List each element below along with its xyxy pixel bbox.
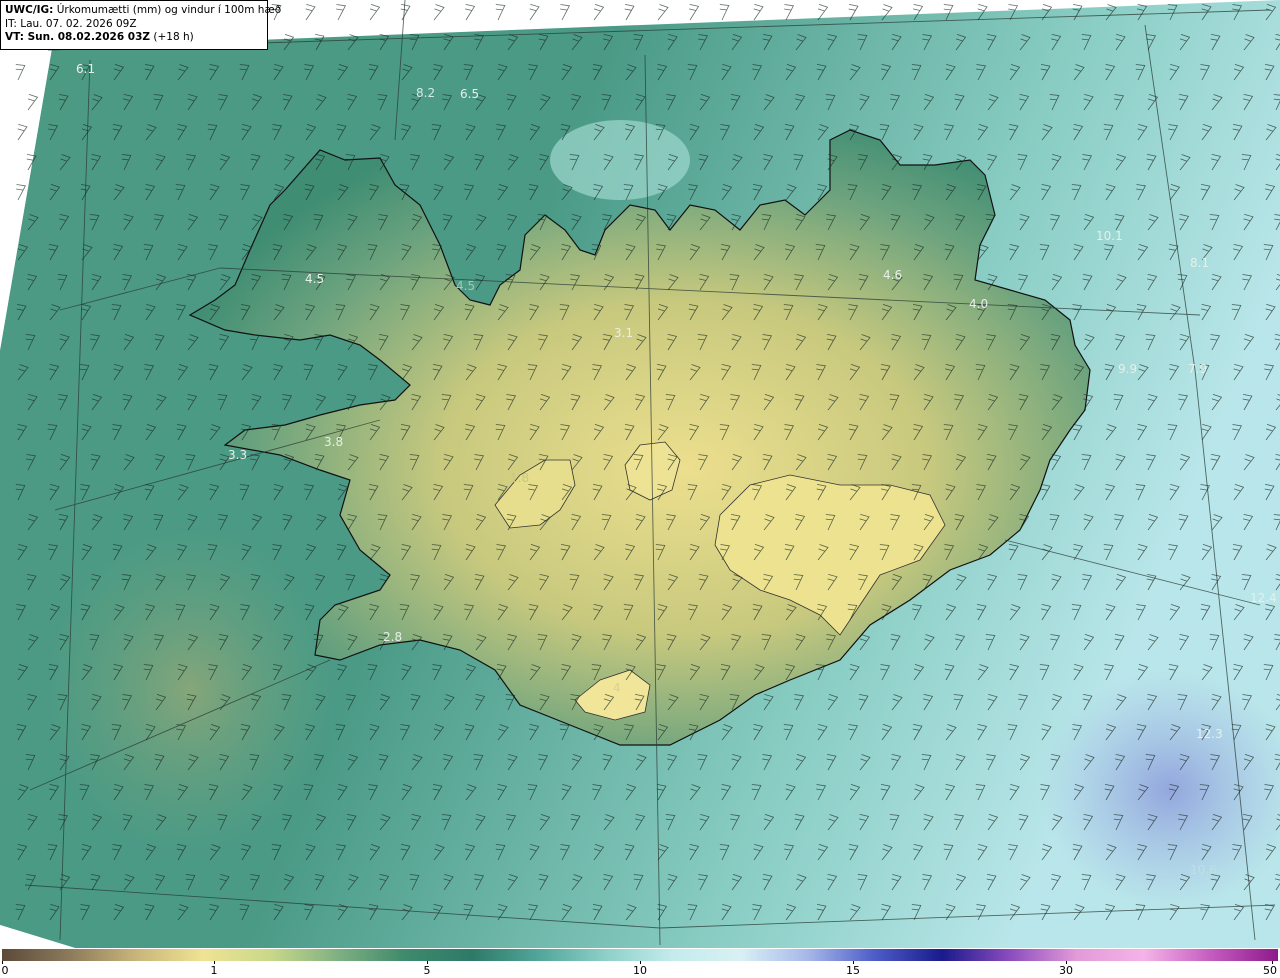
map-panel[interactable]: 6.1 8.2 6.5 4.5 4.5 3.1 4.6 4.0 10.1 8.1… bbox=[0, 0, 1280, 948]
valid-time-line: VT: Sun. 08.02.2026 03Z (+18 h) bbox=[5, 31, 263, 45]
precipitation-map[interactable]: 6.1 8.2 6.5 4.5 4.5 3.1 4.6 4.0 10.1 8.1… bbox=[0, 0, 1280, 948]
point-value: 3.8 bbox=[324, 435, 343, 449]
colorbar-tick-label: 50 bbox=[1263, 964, 1277, 977]
point-value: 8.1 bbox=[1190, 256, 1209, 270]
init-time: IT: Lau. 07. 02. 2026 09Z bbox=[5, 17, 137, 30]
wind-barb bbox=[657, 4, 669, 21]
colorbar-tick-label: 1 bbox=[210, 964, 218, 977]
lead-time: (+18 h) bbox=[150, 31, 194, 43]
point-value: 10.6 bbox=[1190, 863, 1217, 877]
wind-barb bbox=[433, 4, 445, 21]
wind-barb bbox=[689, 4, 700, 21]
point-value: 4.5 bbox=[305, 272, 324, 286]
sw-precip-band bbox=[40, 520, 340, 860]
wind-barb bbox=[753, 4, 764, 21]
wind-barb bbox=[495, 4, 506, 21]
point-value: 3.3 bbox=[228, 448, 247, 462]
wind-barb bbox=[624, 4, 635, 21]
colorbar-ticks: 0 1 5 10 15 30 50 bbox=[0, 961, 1280, 978]
point-value: 10.1 bbox=[1096, 229, 1123, 243]
wind-barb bbox=[719, 4, 730, 21]
wind-barb bbox=[817, 4, 829, 21]
product-line: UWC/IG: Úrkomumætti (mm) og vindur í 100… bbox=[5, 4, 281, 18]
point-value: 12.4 bbox=[1250, 591, 1277, 605]
wind-barb bbox=[369, 4, 381, 21]
north-light-area bbox=[550, 120, 690, 200]
point-value: 6.5 bbox=[460, 87, 479, 101]
map-header: UWC/IG: Úrkomumætti (mm) og vindur í 100… bbox=[0, 0, 281, 50]
product-code: UWC/IG: bbox=[5, 4, 54, 16]
wind-barb bbox=[784, 4, 795, 21]
point-value: 4.0 bbox=[969, 297, 988, 311]
valid-time: VT: Sun. 08.02.2026 03Z bbox=[5, 31, 151, 43]
colorbar-tick-label: 15 bbox=[846, 964, 860, 977]
point-value: 4.6 bbox=[883, 268, 902, 282]
point-value: 9.9 bbox=[1118, 362, 1137, 376]
wind-barb bbox=[336, 4, 347, 21]
colorbar-tick-label: 0 bbox=[1, 964, 9, 977]
wind-barb bbox=[529, 4, 540, 21]
product-title: Úrkomumætti (mm) og vindur í 100m hæð bbox=[53, 4, 282, 16]
wind-barb bbox=[593, 4, 605, 21]
point-value: 1.8 bbox=[510, 471, 529, 485]
point-value: 2.8 bbox=[383, 630, 402, 644]
colorbar-tick-label: 30 bbox=[1059, 964, 1073, 977]
point-value: 6.1 bbox=[76, 62, 95, 76]
point-value: 7.9 bbox=[1188, 362, 1207, 376]
colorbar-tick-label: 10 bbox=[633, 964, 647, 977]
point-value: 12.3 bbox=[1196, 727, 1223, 741]
wind-barb bbox=[305, 4, 316, 21]
colorbar bbox=[2, 949, 1278, 961]
colorbar-tick-label: 5 bbox=[423, 964, 431, 977]
wind-barb bbox=[400, 4, 411, 21]
point-value: 4.5 bbox=[456, 279, 475, 293]
point-value: 8.2 bbox=[416, 86, 435, 100]
wind-barb bbox=[560, 4, 571, 21]
point-value: 3.1 bbox=[614, 326, 633, 340]
wind-barb bbox=[465, 4, 476, 21]
point-value: 4 bbox=[613, 681, 621, 695]
